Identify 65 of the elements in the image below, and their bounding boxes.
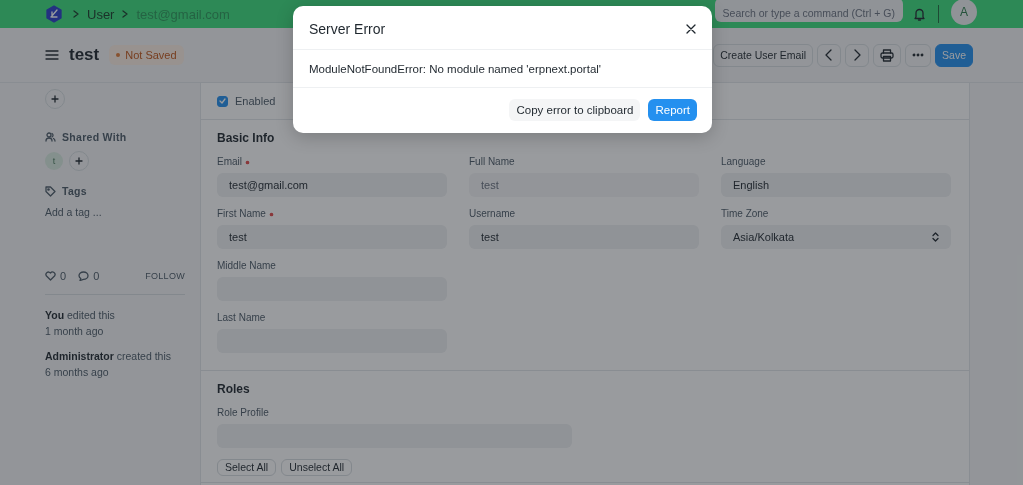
field-label: Full Name bbox=[469, 156, 515, 168]
field-label: Middle Name bbox=[217, 260, 276, 272]
user-avatar[interactable]: A bbox=[951, 0, 977, 25]
add-tag-link[interactable]: Add a tag ... bbox=[45, 206, 185, 218]
chevron-right-icon bbox=[122, 10, 129, 18]
input-field[interactable]: test bbox=[217, 225, 447, 249]
error-message: ModuleNotFoundError: No module named 'erpnext.portal' bbox=[293, 50, 712, 88]
comment-icon bbox=[78, 271, 90, 281]
input-field: test bbox=[469, 173, 699, 197]
copy-button[interactable]: Copy error to clipboard bbox=[509, 99, 641, 121]
check-icon bbox=[219, 98, 226, 104]
menu-icon[interactable] bbox=[45, 49, 59, 61]
section-label: Tags bbox=[62, 185, 87, 197]
checkbox-label: Enabled bbox=[235, 95, 276, 107]
select-button[interactable]: Select All bbox=[217, 459, 277, 476]
action-button[interactable]: Create User Email bbox=[713, 43, 814, 67]
field-label: Language bbox=[721, 156, 766, 168]
required-icon bbox=[268, 211, 274, 217]
activity-time: 6 months ago bbox=[45, 365, 110, 380]
activity-text: Administrator created this bbox=[45, 349, 173, 364]
select-button[interactable]: Unselect All bbox=[281, 459, 353, 476]
plus-icon bbox=[75, 157, 83, 165]
report-button[interactable]: Report bbox=[648, 99, 697, 121]
previous-button[interactable] bbox=[817, 43, 842, 67]
print-button[interactable] bbox=[873, 43, 902, 67]
activity-time: 1 month ago bbox=[45, 324, 105, 339]
section-title: Roles bbox=[217, 382, 251, 396]
like-count: 0 bbox=[60, 270, 67, 282]
section-label: Shared With bbox=[62, 131, 127, 143]
field-label: Email bbox=[217, 156, 242, 168]
user-avatar[interactable]: t bbox=[45, 152, 63, 170]
comment-count: 0 bbox=[93, 270, 100, 282]
page-title: test bbox=[69, 45, 100, 65]
close-icon[interactable] bbox=[686, 24, 696, 34]
status-indicator: Not Saved bbox=[109, 45, 184, 65]
input-field[interactable]: English bbox=[721, 173, 951, 197]
checkbox[interactable] bbox=[217, 95, 228, 107]
more-icon bbox=[912, 53, 925, 57]
breadcrumb-link[interactable]: User bbox=[87, 6, 115, 22]
field-label: First Name bbox=[217, 208, 266, 220]
search-field[interactable]: Search or type a command (Ctrl + G) bbox=[714, 0, 903, 22]
field-label: Time Zone bbox=[721, 208, 769, 220]
add-button[interactable] bbox=[45, 89, 65, 109]
field-label: Last Name bbox=[217, 312, 266, 324]
field-label: Role Profile bbox=[217, 407, 269, 419]
add-button[interactable] bbox=[69, 151, 89, 171]
field-label: Username bbox=[469, 208, 516, 220]
logo-icon bbox=[45, 5, 63, 23]
heart-icon[interactable] bbox=[45, 271, 56, 281]
tag-icon bbox=[45, 185, 56, 197]
plus-icon bbox=[51, 95, 59, 103]
input-field[interactable]: test bbox=[469, 225, 699, 249]
chevron-right-icon bbox=[73, 10, 79, 18]
bell-icon[interactable] bbox=[913, 7, 926, 21]
chevron-right-icon bbox=[852, 49, 863, 61]
follow-link[interactable]: FOLLOW bbox=[145, 271, 185, 281]
section-title: Basic Info bbox=[217, 131, 276, 145]
printer-icon bbox=[880, 48, 895, 62]
select-field[interactable]: Asia/Kolkata bbox=[721, 225, 951, 249]
dialog-title: Server Error bbox=[309, 21, 386, 37]
activity-text: You edited this bbox=[45, 308, 116, 323]
people-icon bbox=[45, 132, 56, 142]
input-field[interactable]: test@gmail.com bbox=[217, 173, 447, 197]
required-icon bbox=[245, 159, 250, 165]
sort-icon bbox=[932, 232, 939, 242]
